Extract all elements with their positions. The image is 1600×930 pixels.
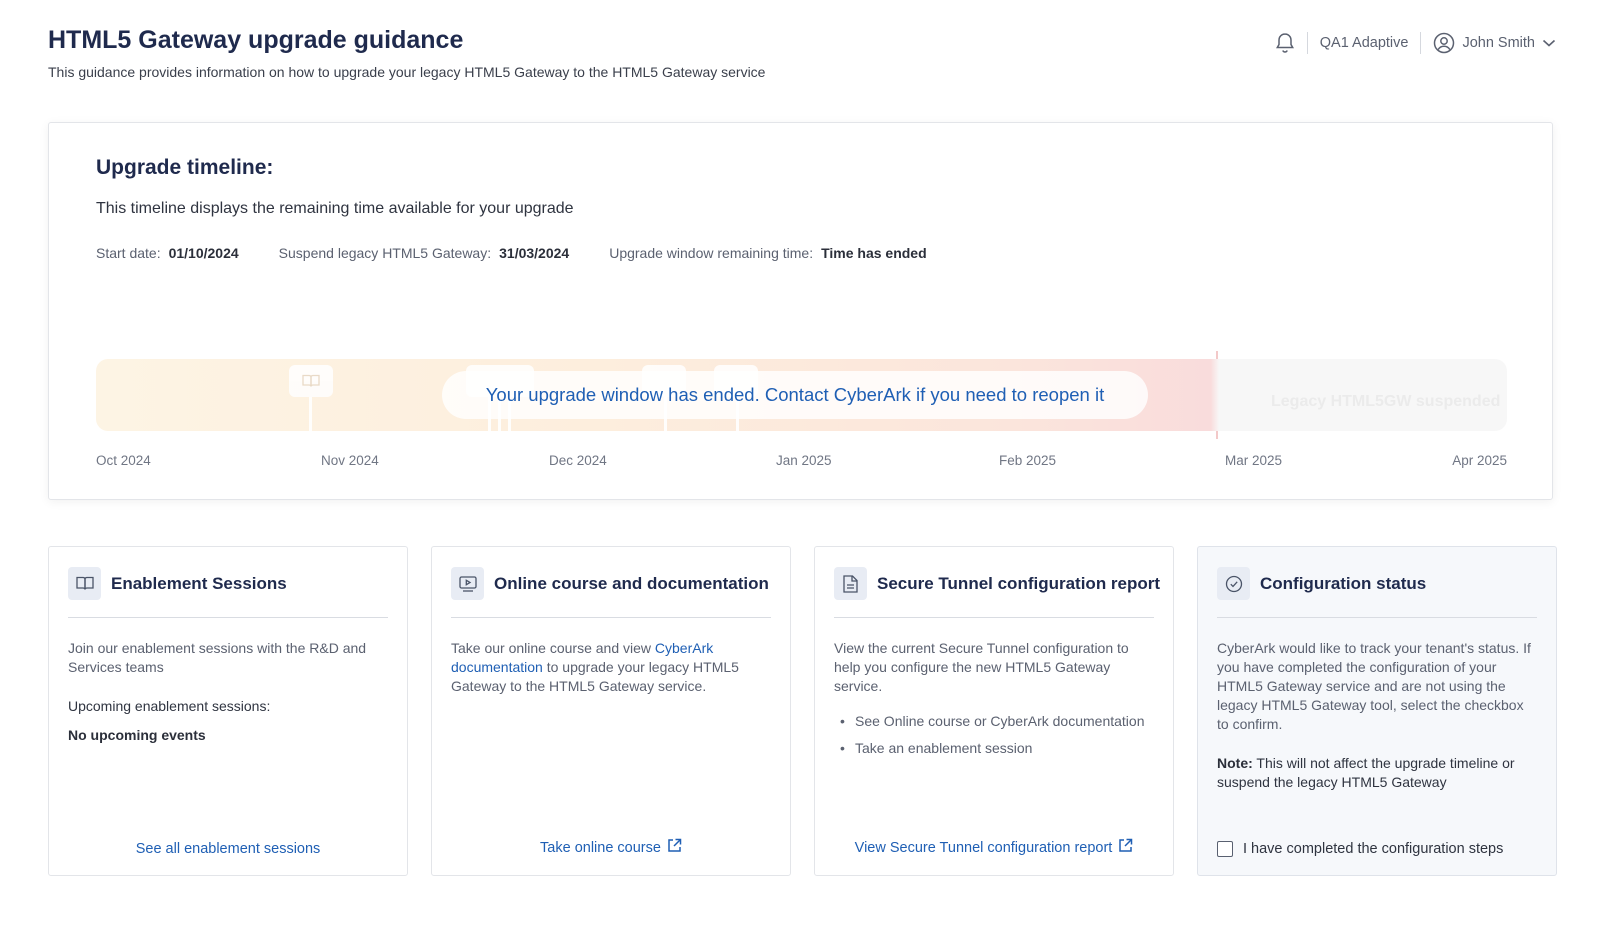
external-link-icon [667,838,682,857]
suspend-date-value: 31/03/2024 [499,245,570,261]
card-header: Configuration status [1217,567,1537,618]
timeline-card: Upgrade timeline: This timeline displays… [48,122,1553,500]
remaining-time: Upgrade window remaining time: Time has … [609,245,926,261]
card-body: View the current Secure Tunnel configura… [834,639,1154,766]
timeline-bar: Legacy HTML5GW suspended Your upgrade wi… [96,359,1507,431]
checkbox-label: I have completed the configuration steps [1243,841,1504,857]
top-bar: QA1 Adaptive John Smith [1275,28,1556,58]
bell-icon [1275,32,1295,54]
card-description: Take our online course and view CyberArk… [451,639,771,696]
user-menu[interactable]: John Smith [1433,32,1556,54]
list-item: Take an enablement session [834,739,1154,758]
notifications-button[interactable] [1275,32,1295,54]
note: Note: This will not affect the upgrade t… [1217,754,1537,792]
check-circle-icon [1217,567,1250,600]
card-body: Join our enablement sessions with the R&… [68,639,388,745]
link-label: See all enablement sessions [135,841,321,857]
axis-label: Feb 2025 [999,453,1057,468]
list-item: See Online course or CyberArk documentat… [834,712,1154,731]
axis-label: Jan 2025 [776,453,832,468]
config-complete-checkbox[interactable] [1217,841,1233,857]
page-subtitle: This guidance provides information on ho… [48,64,766,80]
divider [1306,32,1308,54]
view-tunnel-report-link[interactable]: View Secure Tunnel configuration report [815,838,1173,857]
session-marker [289,365,333,397]
axis-label: Nov 2024 [321,453,379,468]
divider [1420,32,1422,54]
chevron-down-icon [1542,38,1556,48]
timeline-dates: Start date: 01/10/2024 Suspend legacy HT… [96,245,927,261]
take-online-course-link[interactable]: Take online course [432,838,790,857]
note-label: Note: [1217,755,1253,771]
start-date-label: Start date: [96,245,161,261]
config-complete-checkbox-row[interactable]: I have completed the configuration steps [1217,841,1503,857]
card-header: Secure Tunnel configuration report [834,567,1160,618]
card-description: Join our enablement sessions with the R&… [68,640,367,675]
card-title: Online course and documentation [494,574,769,593]
card-description: View the current Secure Tunnel configura… [834,640,1129,694]
video-icon [451,567,484,600]
suspend-date-label: Suspend legacy HTML5 Gateway: [278,245,492,261]
page-title: HTML5 Gateway upgrade guidance [48,26,464,54]
tenant-name: QA1 Adaptive [1319,35,1409,51]
link-label: Take online course [540,839,661,856]
start-date-value: 01/10/2024 [168,245,239,261]
upcoming-sessions-label: Upcoming enablement sessions: [68,698,271,714]
link-label: View Secure Tunnel configuration report [854,839,1113,856]
see-all-sessions-link[interactable]: See all enablement sessions [49,841,407,857]
user-name: John Smith [1462,35,1535,51]
user-circle-icon [1433,32,1455,54]
session-marker-stem [309,397,312,431]
configuration-status-card: Configuration status CyberArk would like… [1197,546,1557,876]
axis-label: Apr 2025 [1452,453,1507,468]
book-icon [68,567,101,600]
card-title: Configuration status [1260,574,1427,593]
external-link-icon [1118,838,1133,857]
card-header: Enablement Sessions [68,567,388,618]
secure-tunnel-card: Secure Tunnel configuration report View … [814,546,1174,876]
card-body: Take our online course and view CyberArk… [451,639,771,696]
remaining-time-label: Upgrade window remaining time: [609,245,814,261]
remaining-time-value: Time has ended [821,245,927,261]
enablement-sessions-card: Enablement Sessions Join our enablement … [48,546,408,876]
bullet-list: See Online course or CyberArk documentat… [834,712,1154,758]
axis-label: Oct 2024 [96,453,151,468]
axis-label: Dec 2024 [549,453,607,468]
axis-label: Mar 2025 [1225,453,1283,468]
card-body: CyberArk would like to track your tenant… [1217,639,1537,792]
upcoming-sessions-value: No upcoming events [68,727,206,743]
card-description: CyberArk would like to track your tenant… [1217,640,1531,732]
description-text: Take our online course and view [451,640,655,656]
card-title: Secure Tunnel configuration report [877,574,1161,593]
suspend-date: Suspend legacy HTML5 Gateway: 31/03/2024 [279,245,570,261]
upgrade-ended-message: Your upgrade window has ended. Contact C… [442,371,1148,419]
timeline-heading: Upgrade timeline: [96,156,274,179]
timeline-axis: Oct 2024 Nov 2024 Dec 2024 Jan 2025 Feb … [96,453,1507,473]
suspended-label: Legacy HTML5GW suspended [1271,393,1501,410]
card-title: Enablement Sessions [111,574,287,593]
start-date: Start date: 01/10/2024 [96,245,239,261]
document-icon [834,567,867,600]
online-course-card: Online course and documentation Take our… [431,546,791,876]
note-text: This will not affect the upgrade timelin… [1217,755,1515,790]
timeline-description: This timeline displays the remaining tim… [96,200,574,217]
card-header: Online course and documentation [451,567,771,618]
